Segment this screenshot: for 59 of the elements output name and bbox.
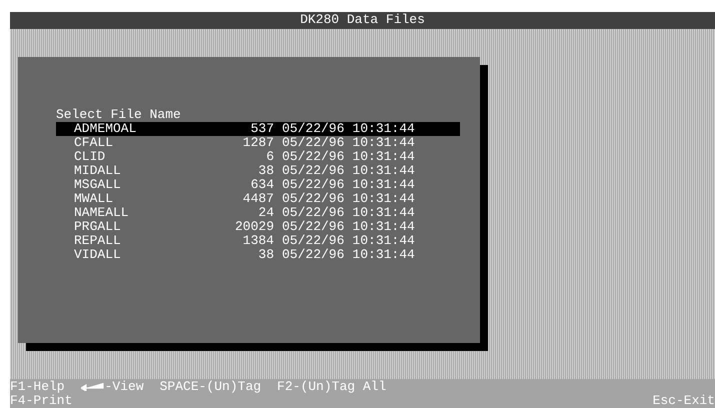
- file-size: 38: [257, 164, 274, 178]
- file-size: 6: [265, 150, 274, 164]
- file-size: 24: [257, 206, 274, 220]
- file-date: 05/22/96: [282, 220, 344, 234]
- dialog-heading: Select File Name: [56, 108, 182, 122]
- help-label: -View: [104, 380, 144, 394]
- help-label: F4-Print: [10, 394, 72, 408]
- file-row[interactable]: PRGALL 20029 05/22/96 10:31:44: [56, 220, 460, 234]
- file-size: 537: [250, 122, 274, 136]
- file-size: 4487: [242, 192, 274, 206]
- file-time: 10:31:44: [352, 192, 415, 206]
- file-date: 05/22/96: [282, 192, 344, 206]
- file-time: 10:31:44: [352, 136, 415, 150]
- file-row[interactable]: REPALL 1384 05/22/96 10:31:44: [56, 234, 460, 248]
- file-row[interactable]: MSGALL 634 05/22/96 10:31:44: [56, 178, 460, 192]
- file-size: 38: [257, 248, 274, 262]
- help-label: F1-Help: [10, 380, 65, 394]
- file-name: NAMEALL: [74, 206, 130, 220]
- file-name: PRGALL: [74, 220, 122, 234]
- file-time: 10:31:44: [352, 220, 415, 234]
- help-label: SPACE-(Un)Tag: [160, 380, 262, 394]
- enter-key-icon: [80, 383, 105, 391]
- file-size: 634: [250, 178, 274, 192]
- file-date: 05/22/96: [282, 122, 344, 136]
- file-date: 05/22/96: [282, 164, 344, 178]
- file-name: VIDALL: [74, 248, 122, 262]
- file-size: 1287: [242, 136, 274, 150]
- file-name: MWALL: [74, 192, 114, 206]
- file-date: 05/22/96: [282, 248, 344, 262]
- file-name: MIDALL: [74, 164, 122, 178]
- file-time: 10:31:44: [352, 248, 415, 262]
- file-date: 05/22/96: [282, 136, 344, 150]
- file-size: 1384: [242, 234, 274, 248]
- file-row[interactable]: ADMEMOAL 537 05/22/96 10:31:44: [56, 122, 460, 136]
- file-name: CFALL: [74, 136, 114, 150]
- file-date: 05/22/96: [282, 206, 344, 220]
- file-row[interactable]: MIDALL 38 05/22/96 10:31:44: [56, 164, 460, 178]
- file-time: 10:31:44: [352, 234, 415, 248]
- help-label: F2-(Un)Tag All: [277, 380, 386, 394]
- help-label: Esc-Exit: [652, 394, 715, 408]
- file-row[interactable]: NAMEALL 24 05/22/96 10:31:44: [56, 206, 460, 220]
- file-size: 20029: [234, 220, 274, 234]
- file-time: 10:31:44: [352, 164, 415, 178]
- file-row[interactable]: CFALL 1287 05/22/96 10:31:44: [56, 136, 460, 150]
- file-time: 10:31:44: [352, 178, 415, 192]
- file-row[interactable]: VIDALL 38 05/22/96 10:31:44: [56, 248, 460, 262]
- file-date: 05/22/96: [282, 178, 344, 192]
- file-time: 10:31:44: [352, 150, 415, 164]
- file-date: 05/22/96: [282, 234, 344, 248]
- file-name: CLID: [74, 150, 106, 164]
- file-date: 05/22/96: [282, 150, 344, 164]
- file-time: 10:31:44: [352, 122, 415, 136]
- file-name: REPALL: [74, 234, 122, 248]
- file-name: ADMEMOAL: [74, 122, 138, 136]
- window-title: DK280 Data Files: [300, 13, 425, 28]
- file-name: MSGALL: [74, 178, 122, 192]
- file-time: 10:31:44: [352, 206, 415, 220]
- file-row[interactable]: CLID 6 05/22/96 10:31:44: [56, 150, 460, 164]
- file-row[interactable]: MWALL 4487 05/22/96 10:31:44: [56, 192, 460, 206]
